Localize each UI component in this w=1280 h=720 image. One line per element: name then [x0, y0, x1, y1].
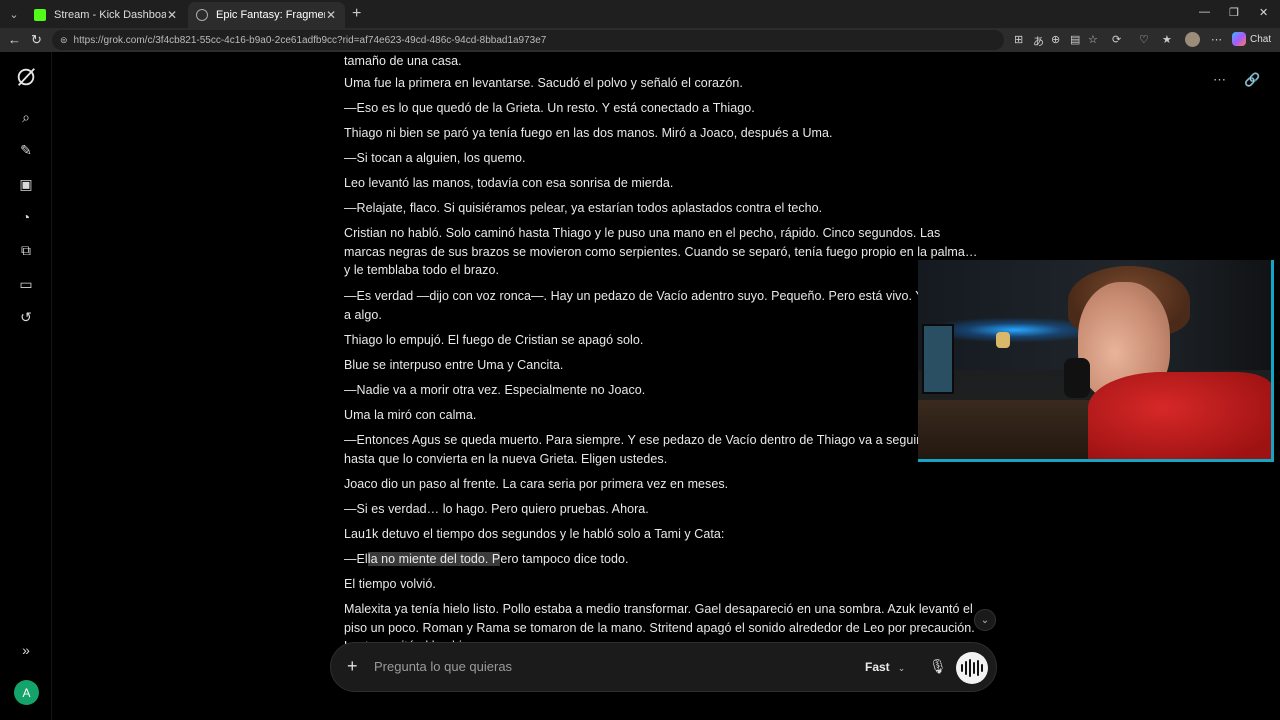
profile-avatar[interactable] — [1185, 32, 1200, 47]
search-icon[interactable]: ⌕ — [16, 107, 36, 127]
close-tab-icon[interactable]: ✕ — [325, 8, 337, 22]
maximize-window-icon[interactable]: ❐ — [1229, 6, 1239, 19]
story-paragraph: Thiago ni bien se paró ya tenía fuego en… — [344, 126, 833, 140]
reader-icon[interactable]: ▤ — [1070, 33, 1080, 46]
story-paragraph: Blue se interpuso entre Uma y Cancita. — [344, 358, 564, 372]
address-bar[interactable]: ⊜ https://grok.com/c/3f4cb821-55cc-4c16-… — [52, 30, 1004, 50]
microphone-icon[interactable]: 🎙 — [929, 658, 947, 675]
expand-sidebar-icon[interactable]: » — [16, 640, 36, 660]
story-paragraph: Lau1k detuvo el tiempo dos segundos y le… — [344, 527, 725, 541]
browser-toolbar: ← ↻ ⊜ https://grok.com/c/3f4cb821-55cc-4… — [0, 28, 1280, 52]
story-paragraph: Uma fue la primera en levantarse. Sacudó… — [344, 76, 743, 90]
chevron-down-icon: ⌄ — [897, 663, 906, 673]
grok-logo-icon[interactable] — [13, 64, 39, 90]
story-paragraph: —Si es verdad… lo hago. Pero quiero prue… — [344, 502, 649, 516]
cam-microphone — [1064, 358, 1090, 398]
cam-monitor — [922, 324, 954, 394]
zoom-icon[interactable]: ⊕ — [1051, 33, 1060, 46]
webcam-overlay — [918, 260, 1274, 462]
app-available-icon[interactable]: ⊞ — [1014, 33, 1023, 46]
mode-label: Fast — [865, 660, 890, 674]
more-options-icon[interactable]: ⋯ — [1213, 72, 1226, 88]
site-info-icon[interactable]: ⊜ — [60, 35, 68, 46]
tab-title: Epic Fantasy: Fragmentos and Fort — [216, 9, 325, 21]
close-tab-icon[interactable]: ✕ — [166, 8, 178, 22]
story-paragraph: —Si tocan a alguien, los quemo. — [344, 151, 526, 165]
imagine-icon[interactable]: ▣ — [16, 174, 36, 194]
story-paragraph: —Eso es lo que quedó de la Grieta. Un re… — [344, 101, 755, 115]
tab-list-dropdown-icon[interactable]: ⌄ — [4, 5, 24, 23]
voice-chat-icon[interactable]: ◔ — [16, 207, 36, 227]
story-paragraph: Cristian no habló. Solo caminó hasta Thi… — [344, 226, 978, 277]
voice-mode-button[interactable] — [956, 652, 988, 684]
tab-grok-story[interactable]: Epic Fantasy: Fragmentos and Fort ✕ — [188, 2, 345, 28]
share-link-icon[interactable]: 🔗 — [1244, 72, 1260, 88]
browser-essentials-icon[interactable]: ♡ — [1139, 33, 1149, 46]
extensions-icon[interactable]: ⟳ — [1112, 33, 1121, 46]
story-paragraph: —Relajate, flaco. Si quisiéramos pelear,… — [344, 201, 823, 215]
new-tab-button[interactable]: + — [352, 5, 361, 23]
story-paragraph: tamaño de una casa. — [344, 54, 462, 68]
url-text: https://grok.com/c/3f4cb821-55cc-4c16-b9… — [73, 34, 547, 46]
story-paragraph: —Entonces Agus se queda muerto. Para sie… — [344, 433, 979, 466]
kick-favicon-icon — [34, 9, 46, 21]
user-avatar[interactable]: A — [14, 680, 39, 705]
story-paragraph-selected: —Ella no miente del todo. Pero tampoco d… — [344, 550, 984, 569]
story-paragraph: —Nadie va a morir otra vez. Especialment… — [344, 383, 646, 397]
message-composer[interactable]: + Pregunta lo que quieras Fast ⌄ 🎙 — [330, 642, 997, 692]
model-mode-dropdown[interactable]: Fast ⌄ — [865, 660, 905, 674]
story-paragraph: Leo levantó las manos, todavía con esa s… — [344, 176, 674, 190]
grok-sidebar: ⌕ ✎ ▣ ◔ ⧉ ▭ ↺ » A — [0, 52, 52, 720]
text-after-selection: ero tampoco dice todo. — [500, 552, 629, 566]
story-paragraph: Joaco dio un paso al frente. La cara ser… — [344, 477, 729, 491]
story-paragraph: Thiago lo empujó. El fuego de Cristian s… — [344, 333, 644, 347]
scroll-to-bottom-button[interactable]: ⌄ — [974, 609, 996, 631]
story-paragraph: El tiempo volvió. — [344, 577, 436, 591]
projects-folder-icon[interactable]: ▭ — [16, 274, 36, 294]
apps-icon[interactable]: ⧉ — [16, 240, 36, 260]
favorites-icon[interactable]: ★ — [1162, 33, 1172, 46]
story-paragraph: Uma la miró con calma. — [344, 408, 477, 422]
history-icon[interactable]: ↺ — [16, 307, 36, 327]
minimize-window-icon[interactable]: — — [1199, 6, 1210, 18]
translate-icon[interactable]: あ — [1033, 33, 1044, 49]
story-paragraph: —Es verdad —dijo con voz ronca—. Hay un … — [344, 289, 979, 322]
cam-figurine — [996, 332, 1010, 348]
grok-favicon-icon — [196, 9, 208, 21]
text-selection: la no miente del todo. P — [367, 552, 501, 566]
cam-streamer-shirt — [1088, 372, 1271, 459]
attach-plus-icon[interactable]: + — [347, 656, 358, 677]
more-options-icon[interactable]: ⋯ — [1211, 33, 1222, 46]
tab-kick-dashboard[interactable]: Stream - Kick Dashboard ✕ — [26, 2, 186, 28]
reload-icon[interactable]: ↻ — [31, 32, 42, 48]
new-chat-icon[interactable]: ✎ — [16, 140, 36, 160]
copilot-icon — [1232, 32, 1246, 46]
tab-title: Stream - Kick Dashboard — [54, 9, 166, 21]
back-icon[interactable]: ← — [8, 32, 21, 47]
prompt-input[interactable]: Pregunta lo que quieras — [374, 659, 512, 674]
favorite-star-icon[interactable]: ☆ — [1088, 33, 1098, 46]
close-window-icon[interactable]: ✕ — [1259, 6, 1268, 19]
text-before-selection: —El — [344, 552, 368, 566]
browser-tab-strip: ⌄ Stream - Kick Dashboard ✕ Epic Fantasy… — [0, 0, 1280, 28]
copilot-chat-button[interactable]: Chat — [1232, 32, 1271, 46]
chat-label: Chat — [1250, 33, 1272, 45]
